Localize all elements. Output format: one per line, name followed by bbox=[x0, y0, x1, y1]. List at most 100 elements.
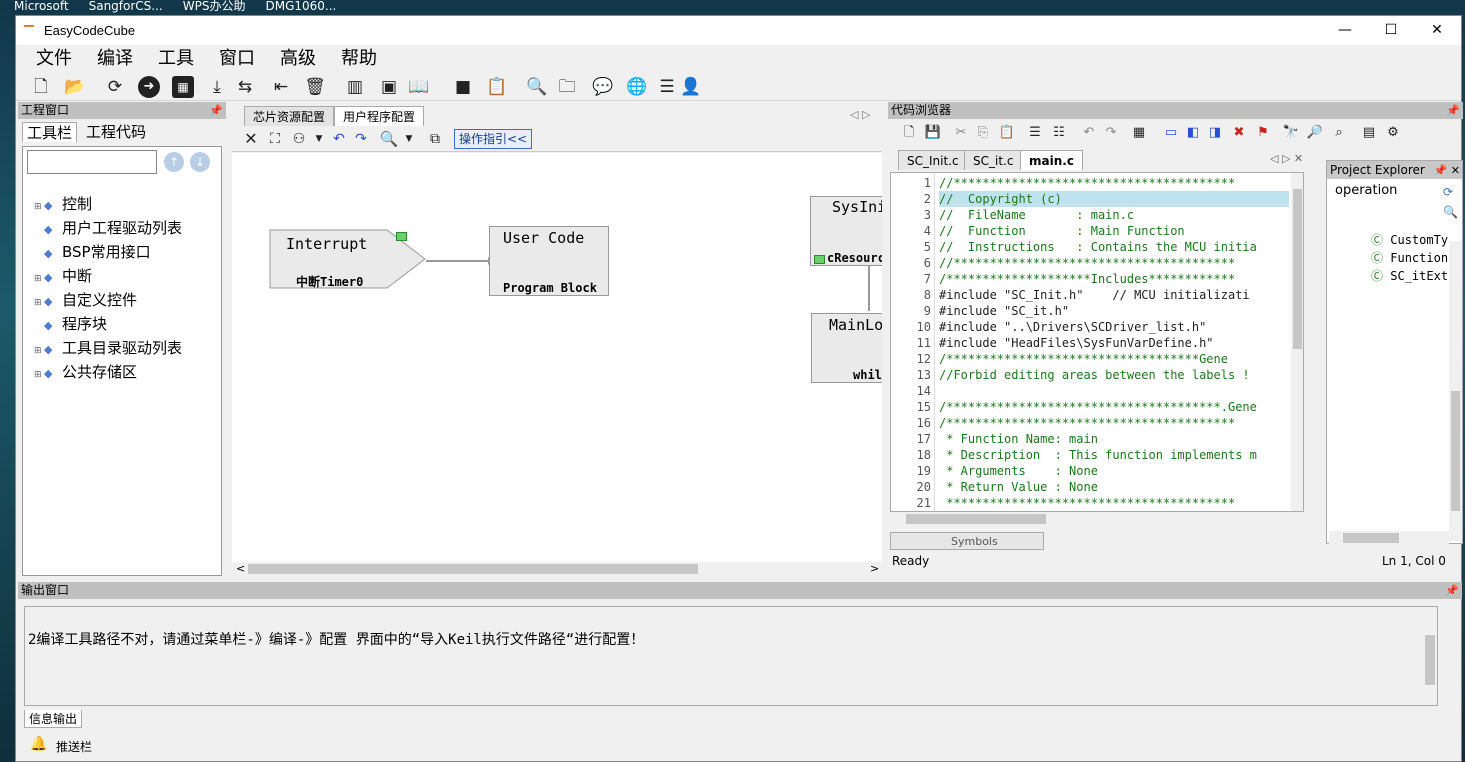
scroll-thumb[interactable] bbox=[1293, 189, 1302, 349]
paste-icon[interactable]: 📋 bbox=[996, 122, 1018, 144]
pin-icon[interactable]: 📌 bbox=[209, 102, 223, 119]
save-icon[interactable]: 💾 bbox=[922, 122, 944, 144]
zoom-dropdown-icon[interactable]: ▼ bbox=[398, 128, 420, 150]
book-help-icon[interactable]: 📖 bbox=[408, 76, 430, 98]
code-vscrollbar[interactable] bbox=[1291, 173, 1303, 511]
tree-node-public-storage[interactable]: ⊞ ◆ 公共存储区 bbox=[34, 361, 137, 383]
expand-icon[interactable]: ⊞ bbox=[34, 268, 44, 290]
comment-icon[interactable]: ▭ bbox=[1160, 122, 1182, 144]
mainloop-block[interactable]: MainLoop while bbox=[811, 313, 882, 383]
download-icon[interactable]: ⤓ bbox=[206, 76, 228, 98]
scroll-thumb[interactable] bbox=[248, 564, 698, 574]
chip-board-icon[interactable]: ▦ bbox=[172, 76, 194, 98]
map-icon[interactable]: ▥ bbox=[344, 76, 366, 98]
arrow-up-icon[interactable]: ↑ bbox=[164, 152, 184, 172]
find-next-icon[interactable]: 🔎 bbox=[1304, 122, 1326, 144]
output-vscrollbar[interactable] bbox=[1423, 607, 1437, 705]
explorer-item[interactable]: Ⓒ SC_itExt bbox=[1371, 267, 1448, 284]
exit-icon[interactable]: ⇤ bbox=[270, 76, 292, 98]
device-config-icon[interactable]: ▣ bbox=[378, 76, 400, 98]
menu-help[interactable]: 帮助 bbox=[341, 47, 377, 71]
arrow-down-icon[interactable]: ↓ bbox=[190, 152, 210, 172]
redo-icon[interactable]: ↷ bbox=[350, 128, 372, 150]
tab-toolbar[interactable]: 工具栏 bbox=[22, 122, 78, 142]
explorer-item[interactable]: Ⓒ CustomTy bbox=[1371, 231, 1448, 248]
delete-x-icon[interactable]: ✕ bbox=[240, 128, 262, 150]
tree-node-custom-controls[interactable]: ⊞ ◆ 自定义控件 bbox=[34, 289, 137, 311]
run-arrow-icon[interactable]: ➜ bbox=[138, 76, 160, 98]
bell-icon[interactable]: 🔔 bbox=[30, 736, 47, 752]
trash-icon[interactable]: 🗑 bbox=[304, 76, 326, 98]
scroll-thumb[interactable] bbox=[1425, 635, 1435, 685]
expand-icon[interactable]: ⊞ bbox=[34, 340, 44, 362]
sysinit-block[interactable]: SysInit cResourceI bbox=[810, 196, 882, 266]
output-text-area[interactable]: 2编译工具路径不对，请通过菜单栏-》编译-》配置 界面中的“导入Keil执行文件… bbox=[24, 606, 1438, 706]
refresh-icon[interactable]: ⟳ bbox=[1443, 185, 1453, 199]
user-support-icon[interactable]: 👤 bbox=[680, 76, 702, 98]
os-taskbar-item[interactable]: DMG1060... bbox=[265, 0, 336, 13]
refresh-icon[interactable]: ⟳ bbox=[104, 76, 126, 98]
explorer-root[interactable]: operation bbox=[1335, 183, 1397, 198]
minimize-button[interactable]: — bbox=[1322, 16, 1368, 45]
code-hscrollbar[interactable] bbox=[890, 512, 1304, 526]
bookmark-prev-icon[interactable]: ◧ bbox=[1182, 122, 1204, 144]
chat-icon[interactable]: 💬 bbox=[592, 76, 614, 98]
os-taskbar-item[interactable]: Microsoft bbox=[14, 0, 69, 13]
zoom-icon[interactable]: 🔍 bbox=[378, 128, 400, 150]
tree-node-program-block[interactable]: ◆ 程序块 bbox=[34, 313, 107, 335]
tree-node-bsp[interactable]: ◆ BSP常用接口 bbox=[34, 241, 151, 263]
globe-icon[interactable]: 🌐 bbox=[626, 76, 648, 98]
replace-icon[interactable]: ⌕ bbox=[1328, 122, 1350, 144]
bookmark-clear-icon[interactable]: ✖ bbox=[1228, 122, 1250, 144]
search-window-icon[interactable]: 🔍 bbox=[526, 76, 548, 98]
expand-icon[interactable]: ⊞ bbox=[34, 292, 44, 314]
expand-icon[interactable]: ⊞ bbox=[34, 196, 44, 218]
indent-icon[interactable]: ☰ bbox=[1024, 122, 1046, 144]
tab-chip-resource[interactable]: 芯片资源配置 bbox=[244, 106, 335, 126]
document-list-icon[interactable]: 📋 bbox=[486, 76, 508, 98]
open-folder-icon[interactable]: 📂 bbox=[64, 76, 86, 98]
canvas-hscrollbar[interactable]: < > bbox=[232, 562, 882, 576]
expand-icon[interactable]: ⊞ bbox=[34, 364, 44, 386]
menu-advanced[interactable]: 高级 bbox=[280, 47, 316, 71]
tree-node-user-drivers[interactable]: ◆ 用户工程驱动列表 bbox=[34, 217, 182, 239]
tab-user-program[interactable]: 用户程序配置 bbox=[334, 106, 425, 126]
maximize-button[interactable]: ☐ bbox=[1368, 16, 1414, 45]
find-icon[interactable]: 🔭 bbox=[1280, 122, 1302, 144]
bookmark-toggle-icon[interactable]: ⚑ bbox=[1252, 122, 1274, 144]
guide-button[interactable]: 操作指引<< bbox=[454, 129, 533, 149]
os-taskbar-item[interactable]: SangforCS... bbox=[89, 0, 163, 13]
tree-node-interrupt[interactable]: ⊞ ◆ 中断 bbox=[34, 265, 92, 287]
menu-file[interactable]: 文件 bbox=[36, 47, 72, 71]
properties-icon[interactable]: ▤ bbox=[1358, 122, 1380, 144]
tree-search-input[interactable] bbox=[27, 150, 157, 174]
tree-node-tool-drivers[interactable]: ⊞ ◆ 工具目录驱动列表 bbox=[34, 337, 182, 359]
cut-icon[interactable]: ✂ bbox=[950, 122, 972, 144]
undo-icon[interactable]: ↶ bbox=[1078, 122, 1100, 144]
copy-icon[interactable]: ⎘ bbox=[972, 122, 994, 144]
layers-icon[interactable]: ⧉ bbox=[424, 128, 446, 150]
tab-project-code[interactable]: 工程代码 bbox=[82, 122, 150, 142]
file-tab-sc-it[interactable]: SC_it.c bbox=[964, 150, 1023, 170]
chip-icon[interactable]: ■ bbox=[452, 76, 474, 98]
diagram-canvas[interactable]: Interrupt 中断Timer0 User Code Program Blo… bbox=[232, 153, 882, 562]
explorer-vscrollbar[interactable] bbox=[1449, 241, 1462, 541]
tab-info-output[interactable]: 信息输出 bbox=[24, 710, 83, 728]
search-icon[interactable]: 🔍 bbox=[1443, 205, 1458, 219]
file-tab-main[interactable]: main.c bbox=[1020, 150, 1083, 170]
dropdown-arrow-icon[interactable]: ▼ bbox=[308, 128, 330, 150]
list-icon[interactable]: ☰ bbox=[656, 76, 678, 98]
hierarchy-icon[interactable]: ⚇ bbox=[288, 128, 310, 150]
symbols-tab[interactable]: Symbols bbox=[951, 535, 998, 548]
scroll-right-icon[interactable]: > bbox=[870, 562, 879, 575]
scroll-thumb[interactable] bbox=[1451, 391, 1460, 511]
save-export-icon[interactable]: ⇆ bbox=[234, 76, 256, 98]
pin-close-icon[interactable]: 📌 ✕ bbox=[1434, 162, 1460, 180]
select-all-icon[interactable]: ▦ bbox=[1128, 122, 1150, 144]
interrupt-block-title[interactable]: Interrupt bbox=[286, 235, 367, 253]
undo-icon[interactable]: ↶ bbox=[328, 128, 350, 150]
menu-window[interactable]: 窗口 bbox=[219, 47, 255, 71]
settings-icon[interactable]: ⚙ bbox=[1382, 122, 1404, 144]
tree-node-control[interactable]: ⊞ ◆ 控制 bbox=[34, 193, 92, 215]
bookmark-next-icon[interactable]: ◨ bbox=[1204, 122, 1226, 144]
